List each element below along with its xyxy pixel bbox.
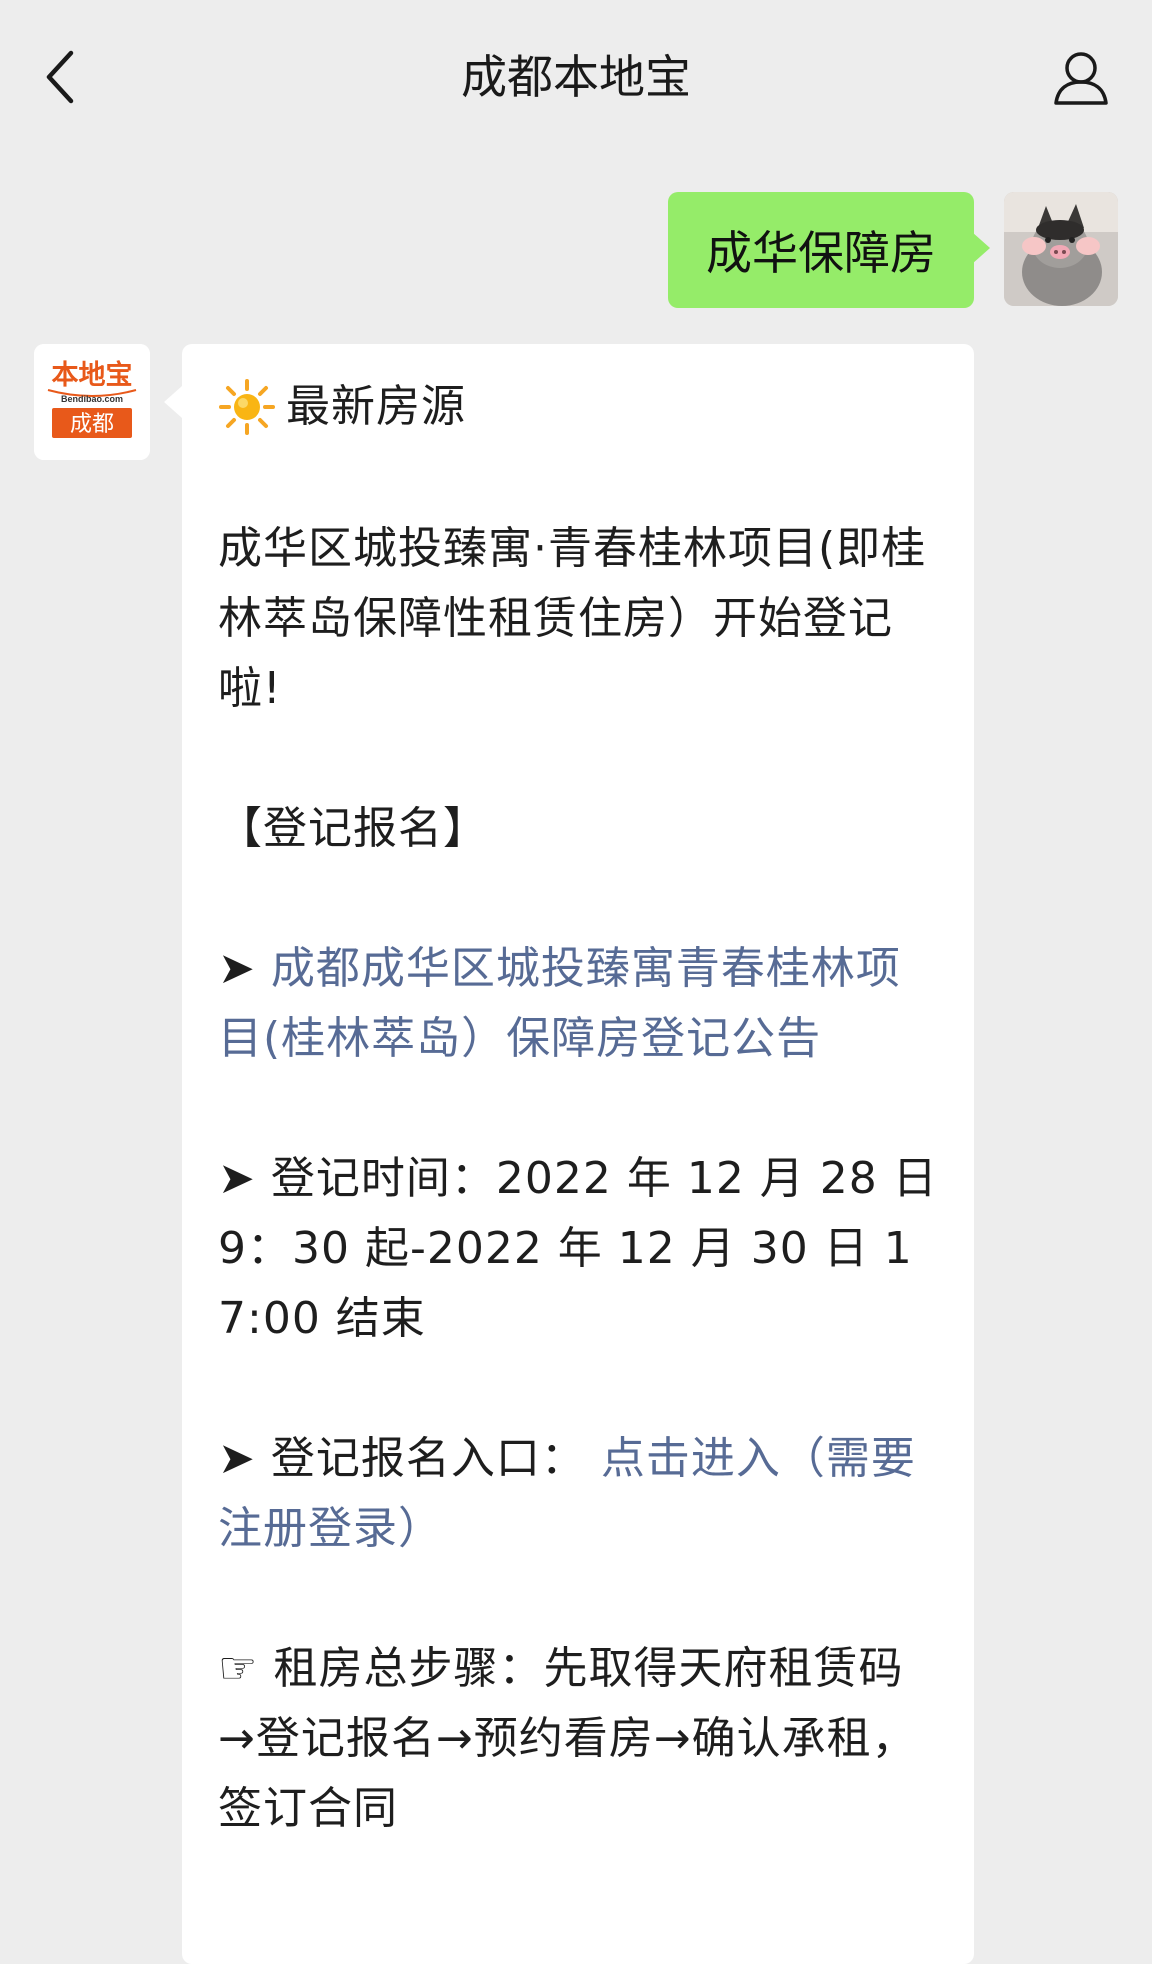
sent-message-bubble[interactable]: 成华保障房 <box>668 192 990 308</box>
entry-label: 登记报名入口： <box>270 1433 586 1484</box>
registration-time: 登记时间：2022 年 12 月 28 日 9：30 起-2022 年 12 月… <box>218 1153 938 1344</box>
reply-message-bubble: 最新房源 成华区城投臻寓·青春桂林项目(即桂林萃岛保障性租赁住房）开始登记啦! … <box>164 344 974 1964</box>
logo-text-top: 本地宝 <box>52 359 133 390</box>
reply-heading-text: 最新房源 <box>286 381 466 432</box>
announcement-link[interactable]: 成都成华区城投臻寓青春桂林项目(桂林萃岛）保障房登记公告 <box>218 943 901 1064</box>
bullet-arrow: ➤ <box>218 943 256 994</box>
sent-message-row: 成华保障房 <box>668 192 1118 308</box>
top-bar: 成都本地宝 <box>0 0 1152 150</box>
entry-item: ➤ 登记报名入口： 点击进入（需要注册登录） <box>218 1424 940 1564</box>
bendibao-avatar[interactable]: 本地宝 Bendibao.com 成都 <box>34 344 150 460</box>
cat-avatar-image <box>1004 192 1118 306</box>
reply-heading: 最新房源 <box>218 370 940 444</box>
user-icon <box>1054 52 1108 105</box>
logo-text-city: 成都 <box>70 412 114 437</box>
announcement-item: ➤ 成都成华区城投臻寓青春桂林项目(桂林萃岛）保障房登记公告 <box>218 934 940 1074</box>
bullet-arrow: ➤ <box>218 1433 256 1484</box>
logo-text-small: Bendibao.com <box>61 394 123 404</box>
steps-item: ☞ 租房总步骤：先取得天府租赁码→登记报名→预约看房→确认承租，签订合同 <box>218 1634 940 1844</box>
page-title: 成都本地宝 <box>461 50 691 104</box>
time-item: ➤ 登记时间：2022 年 12 月 28 日 9：30 起-2022 年 12… <box>218 1144 940 1354</box>
profile-button[interactable] <box>1046 42 1116 112</box>
bullet-arrow: ➤ <box>218 1153 256 1204</box>
bendibao-logo: 本地宝 Bendibao.com 成都 <box>34 344 150 460</box>
reply-intro: 成华区城投臻寓·青春桂林项目(即桂林萃岛保障性租赁住房）开始登记啦! <box>218 523 927 714</box>
sun-icon <box>219 379 275 435</box>
user-avatar[interactable] <box>1004 192 1118 306</box>
pointing-hand-icon: ☞ <box>218 1643 259 1694</box>
section-title: 【登记报名】 <box>218 803 488 854</box>
steps-text: 租房总步骤：先取得天府租赁码→登记报名→预约看房→确认承租，签订合同 <box>218 1643 917 1834</box>
